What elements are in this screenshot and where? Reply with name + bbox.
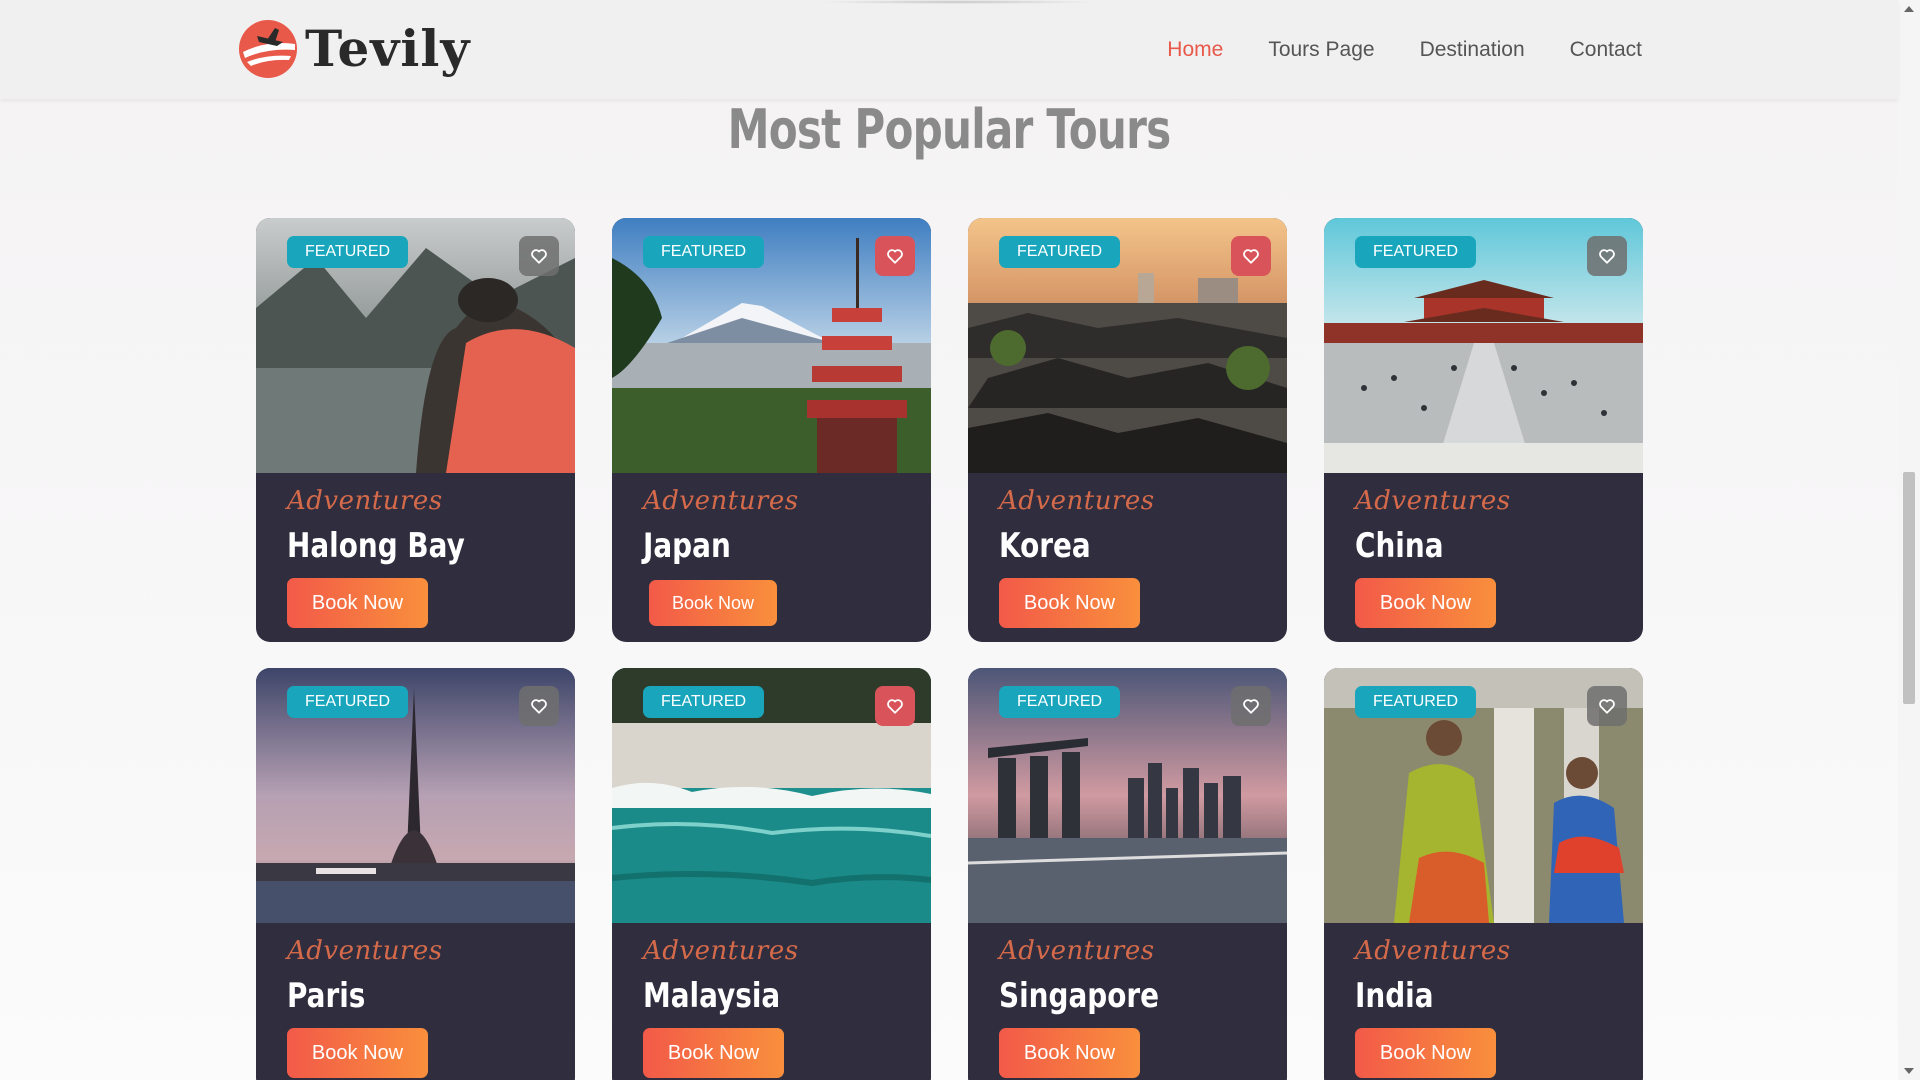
tour-title[interactable]: Halong Bay	[287, 526, 465, 566]
tour-card: FEATURED Adventures Halong Bay Book Now	[256, 218, 575, 642]
nav-item-tours-page[interactable]: Tours Page	[1268, 38, 1374, 62]
featured-badge: FEATURED	[643, 236, 765, 268]
tour-category: Adventures	[643, 486, 799, 516]
favorite-button[interactable]	[1587, 686, 1627, 726]
tour-card: FEATURED Adventures Singapore Book Now	[968, 668, 1287, 1080]
heart-icon	[1243, 249, 1259, 264]
tour-category: Adventures	[287, 486, 443, 516]
book-now-button[interactable]: Book Now	[287, 1028, 428, 1078]
tour-card: FEATURED Adventures Malaysia Book Now	[612, 668, 931, 1080]
tour-title[interactable]: Japan	[643, 526, 731, 566]
book-now-button[interactable]: Book Now	[1355, 578, 1496, 628]
featured-badge: FEATURED	[287, 686, 409, 718]
main-nav: Home Tours Page Destination Contact	[1167, 38, 1642, 62]
site-header: Tevily Home Tours Page Destination Conta…	[0, 0, 1898, 99]
scroll-down-arrow-icon[interactable]	[1904, 1068, 1914, 1074]
tour-title[interactable]: China	[1355, 526, 1444, 566]
book-now-button[interactable]: Book Now	[643, 1028, 784, 1078]
book-now-button[interactable]: Book Now	[1355, 1028, 1496, 1078]
featured-badge: FEATURED	[643, 686, 765, 718]
tour-card: FEATURED Adventures Paris Book Now	[256, 668, 575, 1080]
heart-icon	[531, 699, 547, 714]
favorite-button[interactable]	[519, 686, 559, 726]
page: Tevily Home Tours Page Destination Conta…	[0, 0, 1898, 1080]
header-shadow	[815, 0, 1100, 4]
featured-badge: FEATURED	[1355, 236, 1477, 268]
heart-icon	[887, 249, 903, 264]
scroll-thumb[interactable]	[1903, 472, 1915, 704]
heart-icon	[1243, 699, 1259, 714]
nav-item-destination[interactable]: Destination	[1420, 38, 1525, 62]
nav-item-contact[interactable]: Contact	[1570, 38, 1642, 62]
heart-icon	[1599, 699, 1615, 714]
book-now-button[interactable]: Book Now	[999, 578, 1140, 628]
favorite-button[interactable]	[1231, 686, 1271, 726]
featured-badge: FEATURED	[287, 236, 409, 268]
tour-title[interactable]: India	[1355, 976, 1434, 1016]
tour-category: Adventures	[643, 936, 799, 966]
featured-badge: FEATURED	[1355, 686, 1477, 718]
featured-badge: FEATURED	[999, 686, 1121, 718]
vertical-scrollbar[interactable]	[1898, 0, 1920, 1080]
logo[interactable]: Tevily	[237, 18, 470, 80]
tour-category: Adventures	[999, 936, 1155, 966]
favorite-button[interactable]	[1587, 236, 1627, 276]
scroll-up-arrow-icon[interactable]	[1904, 6, 1914, 12]
nav-item-home[interactable]: Home	[1167, 38, 1223, 62]
heart-icon	[1599, 249, 1615, 264]
plane-logo-icon	[239, 20, 297, 78]
tour-title[interactable]: Singapore	[999, 976, 1159, 1016]
book-now-button[interactable]: Book Now	[999, 1028, 1140, 1078]
favorite-button[interactable]	[875, 686, 915, 726]
favorite-button[interactable]	[875, 236, 915, 276]
tour-category: Adventures	[287, 936, 443, 966]
tour-category: Adventures	[1355, 486, 1511, 516]
tour-card: FEATURED Adventures Korea Book Now	[968, 218, 1287, 642]
book-now-button[interactable]: Book Now	[287, 578, 428, 628]
book-now-button[interactable]: Book Now	[649, 580, 777, 626]
tour-card: FEATURED Adventures China Book Now	[1324, 218, 1643, 642]
featured-badge: FEATURED	[999, 236, 1121, 268]
tour-card: FEATURED Adventures India Book Now	[1324, 668, 1643, 1080]
brand-name: Tevily	[305, 19, 471, 78]
tour-title[interactable]: Korea	[999, 526, 1091, 566]
heart-icon	[531, 249, 547, 264]
tour-card: FEATURED Adventures Japan Book Now	[612, 218, 931, 642]
heart-icon	[887, 699, 903, 714]
favorite-button[interactable]	[1231, 236, 1271, 276]
favorite-button[interactable]	[519, 236, 559, 276]
tour-category: Adventures	[1355, 936, 1511, 966]
section-title: Most Popular Tours	[727, 98, 1172, 161]
tour-title[interactable]: Malaysia	[643, 976, 780, 1016]
tour-category: Adventures	[999, 486, 1155, 516]
tour-title[interactable]: Paris	[287, 976, 365, 1016]
